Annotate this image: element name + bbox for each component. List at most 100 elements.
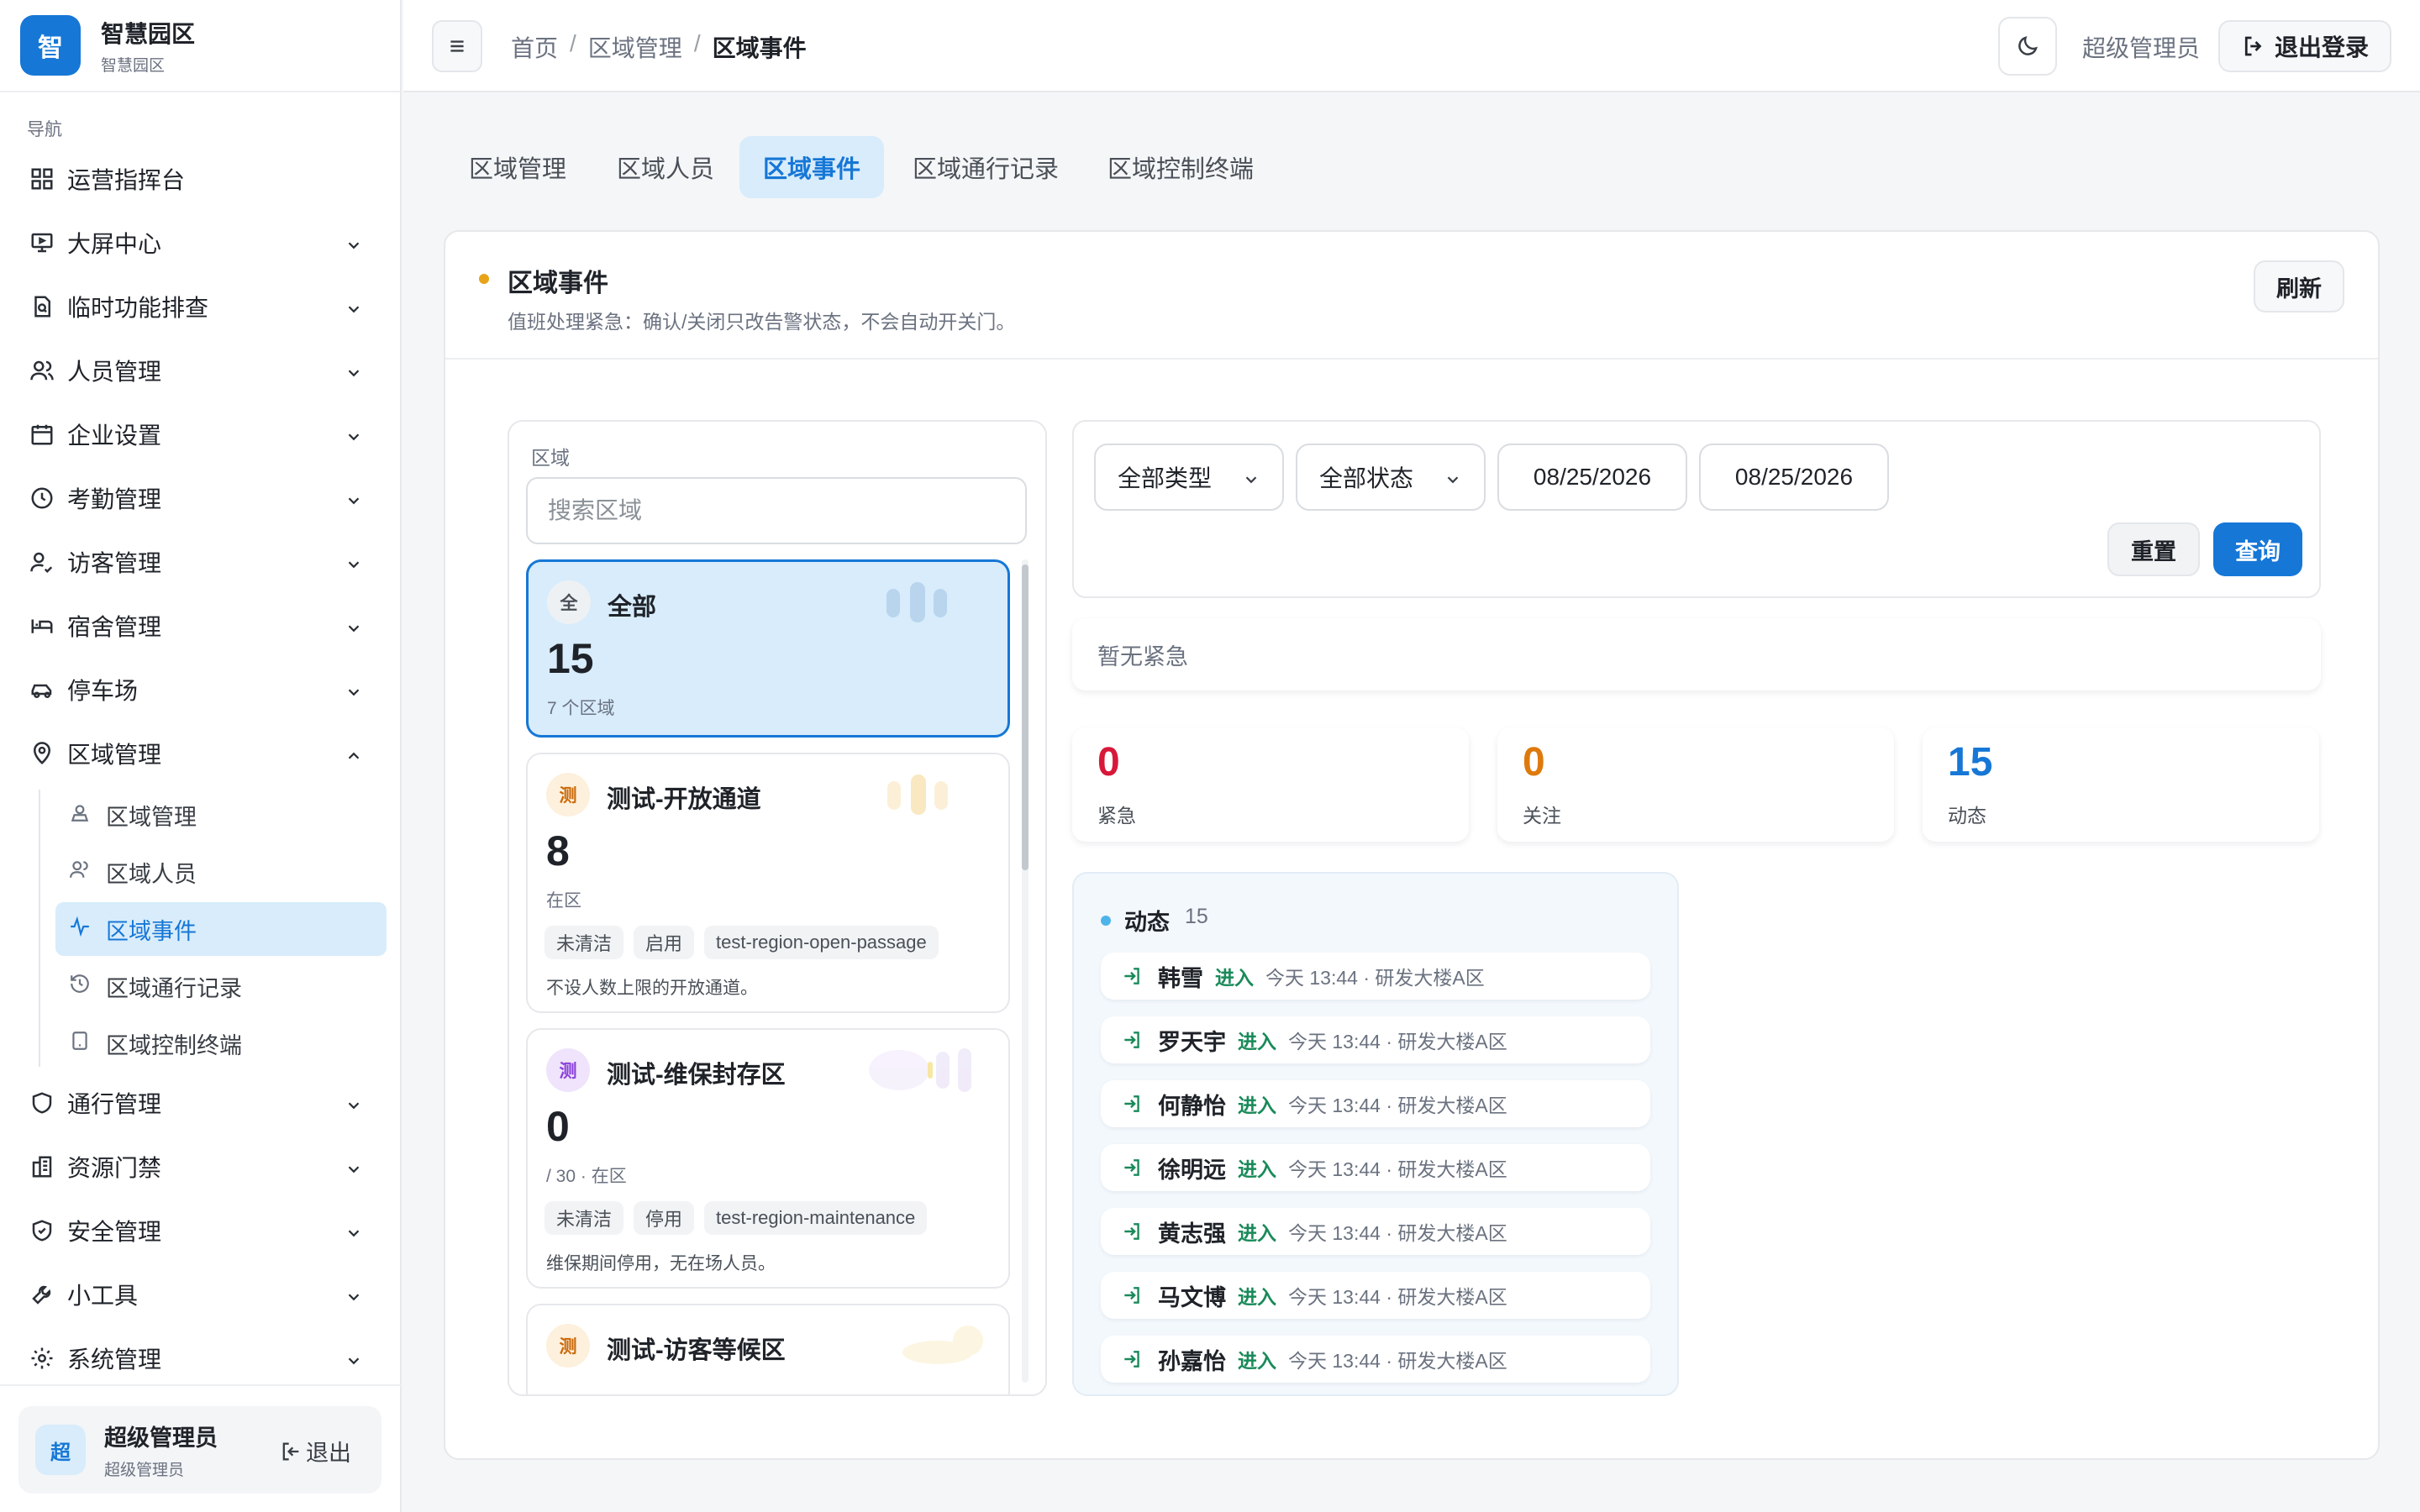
wrench-icon: [29, 1281, 55, 1308]
feed-title: 动态: [1124, 910, 1170, 935]
region-card-open-passage[interactable]: 测 测试-开放通道 8 在区 未清洁 启用 test-region-open-p…: [526, 753, 1010, 1013]
region-search-input[interactable]: [526, 477, 1027, 544]
feed-person: 黄志强: [1158, 1221, 1226, 1247]
region-description: 不设人数上限的开放通道。: [546, 979, 758, 998]
event-type-value: 全部类型: [1118, 465, 1213, 491]
sidebar-subitem-region-people[interactable]: 区域人员: [55, 845, 387, 899]
map-pin-icon: [29, 740, 55, 767]
top-header: 首页 / 区域管理 / 区域事件 超级管理员 退出登录: [403, 0, 2420, 92]
tab-region-events[interactable]: 区域事件: [739, 136, 885, 198]
region-card-all[interactable]: 全 全部 15 7 个区域: [526, 559, 1010, 738]
feed-row[interactable]: 何静怡 进入 今天 13:44 · 研发大楼A区: [1101, 1080, 1650, 1127]
sidebar-item-enterprise[interactable]: 企业设置: [17, 408, 387, 460]
feed-row[interactable]: 黄志强 进入 今天 13:44 · 研发大楼A区: [1101, 1208, 1650, 1255]
sidebar-item-access[interactable]: 通行管理: [17, 1077, 387, 1129]
logout-button[interactable]: 退出登录: [2218, 20, 2391, 72]
chevron-down-icon: [345, 297, 363, 316]
theme-toggle-button[interactable]: [1998, 17, 2057, 76]
monitor-icon: [29, 229, 55, 256]
sidebar-item-screen-center[interactable]: 大屏中心: [17, 217, 387, 269]
sidebar-item-label: 大屏中心: [67, 231, 162, 257]
sidebar-subitem-region-events[interactable]: 区域事件: [55, 902, 387, 956]
tab-region-terminal[interactable]: 区域控制终端: [1084, 136, 1277, 198]
sidebar-item-dorm[interactable]: 宿舍管理: [17, 600, 387, 652]
sidebar-subitem-region-terminal[interactable]: 区域控制终端: [55, 1016, 387, 1070]
feed-row[interactable]: 罗天宇 进入 今天 13:44 · 研发大楼A区: [1101, 1016, 1650, 1063]
tab-region-passage[interactable]: 区域通行记录: [889, 136, 1082, 198]
breadcrumb-region[interactable]: 区域管理: [588, 30, 682, 64]
bars-decoration-icon: [886, 582, 947, 622]
sidebar-item-attendance[interactable]: 考勤管理: [17, 472, 387, 524]
feed-row[interactable]: 徐明远 进入 今天 13:44 · 研发大楼A区: [1101, 1144, 1650, 1191]
user-card: 超 超级管理员 超级管理员 退出: [18, 1406, 381, 1494]
enter-icon: [1124, 1159, 1139, 1176]
brand[interactable]: 智 智慧园区 智慧园区: [0, 0, 400, 92]
region-list: 区域 全 全部 15 7 个区域 测 测试-开放通道 8 在区 未清洁 启用 t…: [508, 420, 1047, 1396]
feed-action: 进入: [1238, 1031, 1276, 1053]
feed-row[interactable]: 韩雪 进入 今天 13:44 · 研发大楼A区: [1101, 953, 1650, 1000]
chevron-down-icon: [345, 1094, 363, 1112]
shield-icon: [29, 1089, 55, 1116]
event-type-select[interactable]: 全部类型: [1094, 444, 1284, 511]
sidebar-subitem-region-passage[interactable]: 区域通行记录: [55, 959, 387, 1013]
stat-activity[interactable]: 15 动态: [1923, 727, 2319, 842]
query-button[interactable]: 查询: [2213, 522, 2302, 576]
feed-person: 马文博: [1158, 1284, 1226, 1310]
tab-region-manage[interactable]: 区域管理: [445, 136, 590, 198]
event-status-select[interactable]: 全部状态: [1296, 444, 1486, 511]
sidebar-logout-button[interactable]: 退出: [279, 1435, 351, 1467]
filter-bar: 全部类型 全部状态 08/25/2026 08/25/2026 重置 查询: [1072, 420, 2321, 598]
date-to-input[interactable]: 08/25/2026: [1699, 444, 1889, 511]
sidebar-item-region[interactable]: 区域管理: [17, 727, 387, 780]
menu-toggle-button[interactable]: [432, 20, 482, 72]
feed-row[interactable]: 孙嘉怡 进入 今天 13:44 · 研发大楼A区: [1101, 1336, 1650, 1383]
refresh-button[interactable]: 刷新: [2254, 260, 2344, 312]
breadcrumb-current: 区域事件: [712, 35, 807, 61]
sidebar-logout-label: 退出: [306, 1441, 351, 1466]
region-badge: 测: [546, 1324, 590, 1368]
panel-subtitle: 值班处理紧急：确认/关闭只改告警状态，不会自动开关门。: [508, 311, 1016, 333]
tablet-icon: [69, 1030, 91, 1058]
user-pin-icon: [69, 801, 91, 829]
sidebar-subitem-region-manage[interactable]: 区域管理: [55, 788, 387, 842]
sidebar-item-resource-gate[interactable]: 资源门禁: [17, 1141, 387, 1193]
gear-icon: [29, 1345, 55, 1372]
sidebar-item-label: 考勤管理: [67, 486, 162, 512]
region-card-visitor-waiting[interactable]: 测 测试-访客等候区: [526, 1304, 1010, 1394]
feed-info: 今天 13:44 · 研发大楼A区: [1288, 1350, 1507, 1372]
sidebar-subitem-label: 区域管理: [106, 804, 197, 830]
sidebar-item-visitors[interactable]: 访客管理: [17, 536, 387, 588]
logout-label: 退出登录: [2274, 34, 2369, 60]
sidebar-item-operations[interactable]: 运营指挥台: [17, 153, 387, 205]
feed-info: 今天 13:44 · 研发大楼A区: [1288, 1095, 1507, 1116]
sidebar-item-system[interactable]: 系统管理: [17, 1332, 387, 1384]
feed-count: 15: [1185, 905, 1208, 928]
region-name: 全部: [608, 594, 657, 621]
breadcrumb: 首页 / 区域管理 / 区域事件: [511, 30, 807, 64]
feed-row[interactable]: 马文博 进入 今天 13:44 · 研发大楼A区: [1101, 1272, 1650, 1319]
sidebar-item-temp-check[interactable]: 临时功能排查: [17, 281, 387, 333]
scrollbar-thumb[interactable]: [1022, 564, 1028, 870]
breadcrumb-home[interactable]: 首页: [511, 30, 558, 64]
sidebar-item-security[interactable]: 安全管理: [17, 1205, 387, 1257]
chevron-down-icon: [345, 617, 363, 635]
sidebar: 智 智慧园区 智慧园区 导航 运营指挥台 大屏中心 临时功能排查 人员管理 企业…: [0, 0, 402, 1512]
feed-info: 今天 13:44 · 研发大楼A区: [1288, 1222, 1507, 1244]
brand-subtitle: 智慧园区: [101, 56, 166, 75]
sidebar-item-personnel[interactable]: 人员管理: [17, 344, 387, 396]
sidebar-item-parking[interactable]: 停车场: [17, 664, 387, 716]
stat-urgent[interactable]: 0 紧急: [1072, 727, 1469, 842]
feed-action: 进入: [1238, 1350, 1276, 1372]
tab-region-people[interactable]: 区域人员: [593, 136, 738, 198]
region-count: 8: [546, 827, 570, 874]
reset-button[interactable]: 重置: [2107, 522, 2200, 576]
region-chip: 未清洁: [544, 926, 624, 959]
date-from-input[interactable]: 08/25/2026: [1497, 444, 1687, 511]
chevron-down-icon: [1447, 476, 1459, 484]
stat-label: 关注: [1523, 805, 1561, 827]
sidebar-item-tools[interactable]: 小工具: [17, 1268, 387, 1320]
chevron-down-icon: [345, 1158, 363, 1176]
stat-attention[interactable]: 0 关注: [1497, 727, 1894, 842]
region-card-maintenance[interactable]: 测 测试-维保封存区 0 / 30 · 在区 未清洁 停用 test-regio…: [526, 1028, 1010, 1289]
car-icon: [29, 676, 55, 703]
